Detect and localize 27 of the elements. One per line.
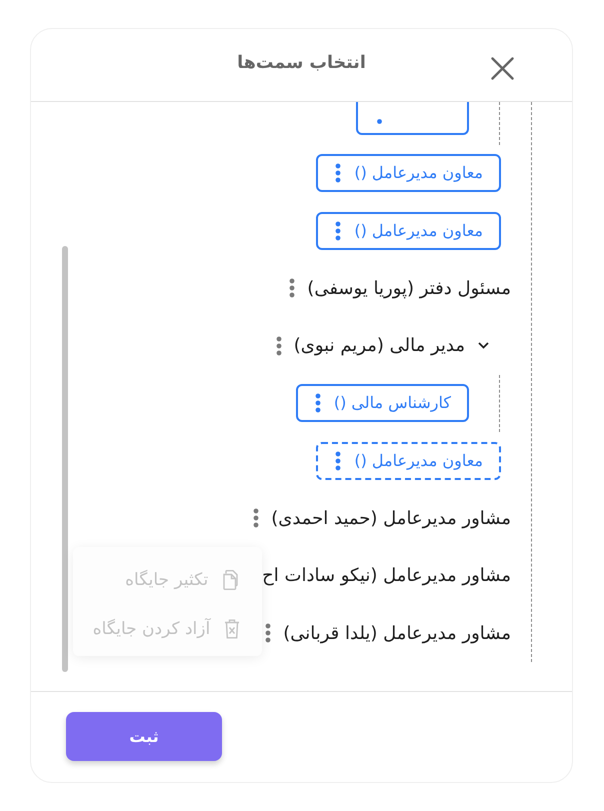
dialog-title: انتخاب سمت‌ها (237, 53, 366, 75)
close-button[interactable] (491, 56, 514, 80)
position-chip[interactable]: معاون مدیرعامل () (316, 442, 501, 480)
position-label[interactable]: مدیر مالی (مریم نبوی) (294, 332, 465, 360)
dot-icon (377, 118, 382, 124)
more-icon[interactable] (335, 450, 342, 471)
more-icon[interactable] (265, 623, 272, 644)
chevron-down-icon[interactable] (478, 342, 489, 350)
position-label[interactable]: مشاور مدیرعامل (حمید احمدی) (271, 504, 511, 532)
position-label[interactable]: مسئول دفتر (پوریا یوسفی) (307, 274, 511, 302)
more-icon[interactable] (335, 220, 342, 241)
trash-icon (224, 618, 240, 639)
close-icon (491, 56, 514, 80)
more-icon[interactable] (314, 393, 321, 414)
position-label[interactable]: مشاور مدیرعامل (یلدا قربانی) (283, 620, 511, 647)
position-chip[interactable]: کارشناس مالی () (296, 384, 469, 422)
more-icon[interactable] (276, 336, 282, 356)
more-icon[interactable] (289, 278, 296, 298)
position-chip[interactable]: معاون مدیرعامل () (316, 212, 501, 250)
more-icon[interactable] (253, 508, 260, 528)
copy-icon (222, 570, 240, 590)
position-chip[interactable]: معاون مدیرعامل () (316, 154, 501, 192)
submit-button[interactable]: ثبت (66, 712, 222, 761)
scrollbar-thumb[interactable] (62, 246, 68, 672)
position-chip[interactable] (356, 102, 469, 134)
more-icon[interactable] (335, 163, 342, 184)
position-label[interactable]: مشاور مدیرعامل (نیکو سادات اح (262, 562, 511, 590)
